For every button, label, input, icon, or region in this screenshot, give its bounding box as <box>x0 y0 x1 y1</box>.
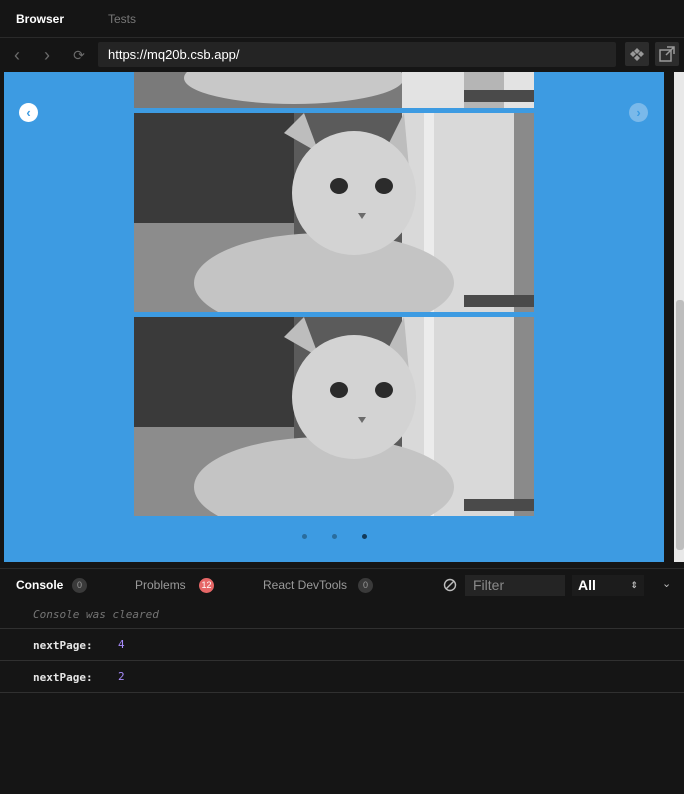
preview-viewport: ‹ › <box>4 72 664 562</box>
refresh-icon[interactable]: ⟳ <box>70 46 88 64</box>
clear-console-icon[interactable] <box>443 578 457 592</box>
carousel-dot-active[interactable] <box>362 534 367 539</box>
carousel-next-button[interactable]: › <box>629 103 648 122</box>
carousel-prev-button[interactable]: ‹ <box>19 103 38 122</box>
problems-count-badge: 12 <box>199 578 214 593</box>
console-count-badge: 0 <box>72 578 87 593</box>
console-cleared-text: Console was cleared <box>33 608 159 621</box>
carousel-slide <box>134 317 534 516</box>
log-level-value: All <box>578 577 596 593</box>
tab-tests[interactable]: Tests <box>108 12 136 26</box>
tab-react-devtools[interactable]: React DevTools <box>263 578 347 592</box>
react-devtools-count-badge: 0 <box>358 578 373 593</box>
tab-problems[interactable]: Problems <box>135 578 186 592</box>
select-arrows-icon: ⇕ <box>630 580 638 590</box>
log-value: 4 <box>118 638 125 651</box>
carousel-slide <box>134 72 534 108</box>
carousel-dot[interactable] <box>332 534 337 539</box>
carousel-slide <box>134 113 534 312</box>
log-key: nextPage: <box>33 671 93 684</box>
browser-tab-bar: Browser Tests <box>0 0 684 38</box>
chevron-down-icon[interactable]: ⌄ <box>662 577 671 590</box>
console-cleared-line: Console was cleared <box>0 597 684 629</box>
log-key: nextPage: <box>33 639 93 652</box>
devtools-panel: Console 0 Problems 12 React DevTools 0 F… <box>0 568 684 794</box>
log-value: 2 <box>118 670 125 683</box>
console-log-row: nextPage: 4 <box>0 629 684 661</box>
codesandbox-icon[interactable] <box>625 42 649 66</box>
console-filter-input[interactable]: Filter <box>465 575 565 596</box>
tab-browser[interactable]: Browser <box>16 12 64 26</box>
url-input[interactable]: https://mq20b.csb.app/ <box>98 42 616 67</box>
back-icon[interactable]: ‹ <box>8 46 26 64</box>
open-new-window-icon[interactable] <box>655 42 679 66</box>
forward-icon[interactable]: › <box>38 46 56 64</box>
tab-console[interactable]: Console <box>16 578 63 592</box>
navigation-bar: ‹ › ⟳ https://mq20b.csb.app/ <box>0 38 684 72</box>
carousel-dot[interactable] <box>302 534 307 539</box>
log-level-select[interactable]: All ⇕ <box>572 575 644 596</box>
console-log-row: nextPage: 2 <box>0 661 684 693</box>
preview-scrollbar-thumb[interactable] <box>676 300 684 550</box>
